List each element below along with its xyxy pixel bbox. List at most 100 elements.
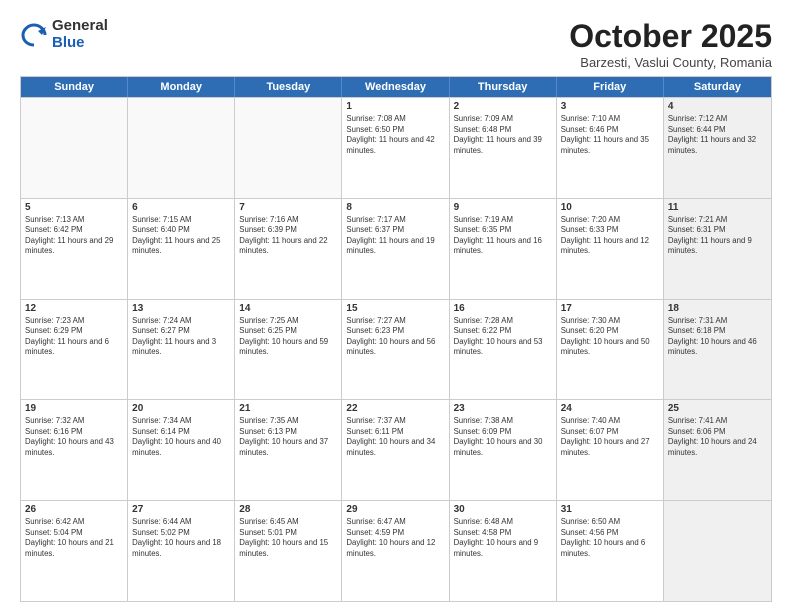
day-info: Sunrise: 7:28 AM Sunset: 6:22 PM Dayligh… xyxy=(454,316,552,358)
logo-blue-text: Blue xyxy=(52,35,108,52)
calendar-cell-31: 31Sunrise: 6:50 AM Sunset: 4:56 PM Dayli… xyxy=(557,501,664,601)
day-number: 20 xyxy=(132,403,230,414)
day-info: Sunrise: 7:24 AM Sunset: 6:27 PM Dayligh… xyxy=(132,316,230,358)
day-info: Sunrise: 7:19 AM Sunset: 6:35 PM Dayligh… xyxy=(454,215,552,257)
day-number: 9 xyxy=(454,202,552,213)
day-number: 17 xyxy=(561,303,659,314)
day-info: Sunrise: 6:48 AM Sunset: 4:58 PM Dayligh… xyxy=(454,517,552,559)
month-title: October 2025 xyxy=(569,18,772,55)
day-number: 7 xyxy=(239,202,337,213)
location-subtitle: Barzesti, Vaslui County, Romania xyxy=(569,55,772,70)
day-number: 15 xyxy=(346,303,444,314)
logo-icon xyxy=(20,21,48,49)
calendar-cell-18: 18 Sunrise: 7:31 AM Sunset: 6:18 PM Dayli… xyxy=(664,300,771,400)
calendar-cell-8: 8Sunrise: 7:17 AM Sunset: 6:37 PM Daylig… xyxy=(342,199,449,299)
day-number: 2 xyxy=(454,101,552,112)
calendar-cell-6: 6 Sunrise: 7:15 AM Sunset: 6:40 PM Daylig… xyxy=(128,199,235,299)
day-number: 30 xyxy=(454,504,552,515)
day-info: Sunrise: 7:21 AM Sunset: 6:31 PM Dayligh… xyxy=(668,215,767,257)
day-number: 14 xyxy=(239,303,337,314)
calendar-cell-7: 7 Sunrise: 7:16 AM Sunset: 6:39 PM Daylig… xyxy=(235,199,342,299)
day-info: Sunrise: 6:47 AM Sunset: 4:59 PM Dayligh… xyxy=(346,517,444,559)
logo: General Blue xyxy=(20,18,108,51)
day-info: Sunrise: 7:38 AM Sunset: 6:09 PM Dayligh… xyxy=(454,416,552,458)
calendar-cell-27: 27Sunrise: 6:44 AM Sunset: 5:02 PM Dayli… xyxy=(128,501,235,601)
day-number: 11 xyxy=(668,202,767,213)
day-number: 1 xyxy=(346,101,444,112)
calendar-header: SundayMondayTuesdayWednesdayThursdayFrid… xyxy=(21,77,771,97)
calendar-cell-empty xyxy=(128,98,235,198)
header: General Blue October 2025 Barzesti, Vasl… xyxy=(20,18,772,70)
day-number: 13 xyxy=(132,303,230,314)
calendar-cell-14: 14 Sunrise: 7:25 AM Sunset: 6:25 PM Dayli… xyxy=(235,300,342,400)
weekday-header-thursday: Thursday xyxy=(450,77,557,97)
day-number: 12 xyxy=(25,303,123,314)
day-number: 10 xyxy=(561,202,659,213)
calendar-cell-5: 5Sunrise: 7:13 AM Sunset: 6:42 PM Daylig… xyxy=(21,199,128,299)
day-number: 18 xyxy=(668,303,767,314)
day-info: Sunrise: 7:25 AM Sunset: 6:25 PM Dayligh… xyxy=(239,316,337,358)
calendar-cell-30: 30 Sunrise: 6:48 AM Sunset: 4:58 PM Dayli… xyxy=(450,501,557,601)
day-number: 24 xyxy=(561,403,659,414)
calendar-cell-24: 24 Sunrise: 7:40 AM Sunset: 6:07 PM Dayli… xyxy=(557,400,664,500)
weekday-header-monday: Monday xyxy=(128,77,235,97)
day-number: 19 xyxy=(25,403,123,414)
calendar-cell-17: 17Sunrise: 7:30 AM Sunset: 6:20 PM Dayli… xyxy=(557,300,664,400)
calendar-cell-1: 1 Sunrise: 7:08 AM Sunset: 6:50 PM Daylig… xyxy=(342,98,449,198)
calendar-cell-10: 10Sunrise: 7:20 AM Sunset: 6:33 PM Dayli… xyxy=(557,199,664,299)
calendar-row-4: 26Sunrise: 6:42 AM Sunset: 5:04 PM Dayli… xyxy=(21,500,771,601)
day-number: 16 xyxy=(454,303,552,314)
calendar-row-1: 5Sunrise: 7:13 AM Sunset: 6:42 PM Daylig… xyxy=(21,198,771,299)
calendar-body: 1 Sunrise: 7:08 AM Sunset: 6:50 PM Daylig… xyxy=(21,97,771,601)
calendar-cell-20: 20 Sunrise: 7:34 AM Sunset: 6:14 PM Dayli… xyxy=(128,400,235,500)
day-number: 28 xyxy=(239,504,337,515)
calendar-cell-3: 3 Sunrise: 7:10 AM Sunset: 6:46 PM Daylig… xyxy=(557,98,664,198)
day-info: Sunrise: 7:40 AM Sunset: 6:07 PM Dayligh… xyxy=(561,416,659,458)
logo-text: General Blue xyxy=(52,18,108,51)
calendar-cell-empty xyxy=(21,98,128,198)
day-number: 6 xyxy=(132,202,230,213)
calendar-row-2: 12Sunrise: 7:23 AM Sunset: 6:29 PM Dayli… xyxy=(21,299,771,400)
day-info: Sunrise: 7:41 AM Sunset: 6:06 PM Dayligh… xyxy=(668,416,767,458)
day-info: Sunrise: 7:31 AM Sunset: 6:18 PM Dayligh… xyxy=(668,316,767,358)
calendar-cell-15: 15 Sunrise: 7:27 AM Sunset: 6:23 PM Dayli… xyxy=(342,300,449,400)
day-info: Sunrise: 7:16 AM Sunset: 6:39 PM Dayligh… xyxy=(239,215,337,257)
calendar-cell-2: 2 Sunrise: 7:09 AM Sunset: 6:48 PM Daylig… xyxy=(450,98,557,198)
calendar: SundayMondayTuesdayWednesdayThursdayFrid… xyxy=(20,76,772,602)
day-info: Sunrise: 7:34 AM Sunset: 6:14 PM Dayligh… xyxy=(132,416,230,458)
calendar-cell-empty xyxy=(235,98,342,198)
day-info: Sunrise: 7:27 AM Sunset: 6:23 PM Dayligh… xyxy=(346,316,444,358)
day-info: Sunrise: 6:44 AM Sunset: 5:02 PM Dayligh… xyxy=(132,517,230,559)
day-info: Sunrise: 7:12 AM Sunset: 6:44 PM Dayligh… xyxy=(668,114,767,156)
day-info: Sunrise: 7:35 AM Sunset: 6:13 PM Dayligh… xyxy=(239,416,337,458)
day-info: Sunrise: 7:37 AM Sunset: 6:11 PM Dayligh… xyxy=(346,416,444,458)
calendar-cell-11: 11 Sunrise: 7:21 AM Sunset: 6:31 PM Dayli… xyxy=(664,199,771,299)
page: General Blue October 2025 Barzesti, Vasl… xyxy=(0,0,792,612)
day-number: 23 xyxy=(454,403,552,414)
calendar-cell-16: 16 Sunrise: 7:28 AM Sunset: 6:22 PM Dayli… xyxy=(450,300,557,400)
day-info: Sunrise: 7:13 AM Sunset: 6:42 PM Dayligh… xyxy=(25,215,123,257)
day-info: Sunrise: 6:42 AM Sunset: 5:04 PM Dayligh… xyxy=(25,517,123,559)
weekday-header-saturday: Saturday xyxy=(664,77,771,97)
day-info: Sunrise: 7:08 AM Sunset: 6:50 PM Dayligh… xyxy=(346,114,444,156)
calendar-cell-29: 29Sunrise: 6:47 AM Sunset: 4:59 PM Dayli… xyxy=(342,501,449,601)
calendar-cell-21: 21 Sunrise: 7:35 AM Sunset: 6:13 PM Dayli… xyxy=(235,400,342,500)
title-block: October 2025 Barzesti, Vaslui County, Ro… xyxy=(569,18,772,70)
day-info: Sunrise: 7:17 AM Sunset: 6:37 PM Dayligh… xyxy=(346,215,444,257)
weekday-header-friday: Friday xyxy=(557,77,664,97)
day-info: Sunrise: 7:09 AM Sunset: 6:48 PM Dayligh… xyxy=(454,114,552,156)
logo-general-text: General xyxy=(52,18,108,35)
day-number: 31 xyxy=(561,504,659,515)
day-number: 22 xyxy=(346,403,444,414)
day-info: Sunrise: 7:15 AM Sunset: 6:40 PM Dayligh… xyxy=(132,215,230,257)
day-info: Sunrise: 7:10 AM Sunset: 6:46 PM Dayligh… xyxy=(561,114,659,156)
day-info: Sunrise: 7:32 AM Sunset: 6:16 PM Dayligh… xyxy=(25,416,123,458)
day-number: 21 xyxy=(239,403,337,414)
calendar-cell-28: 28Sunrise: 6:45 AM Sunset: 5:01 PM Dayli… xyxy=(235,501,342,601)
weekday-header-wednesday: Wednesday xyxy=(342,77,449,97)
calendar-cell-23: 23 Sunrise: 7:38 AM Sunset: 6:09 PM Dayli… xyxy=(450,400,557,500)
day-number: 4 xyxy=(668,101,767,112)
day-number: 3 xyxy=(561,101,659,112)
weekday-header-tuesday: Tuesday xyxy=(235,77,342,97)
calendar-row-3: 19 Sunrise: 7:32 AM Sunset: 6:16 PM Dayli… xyxy=(21,399,771,500)
